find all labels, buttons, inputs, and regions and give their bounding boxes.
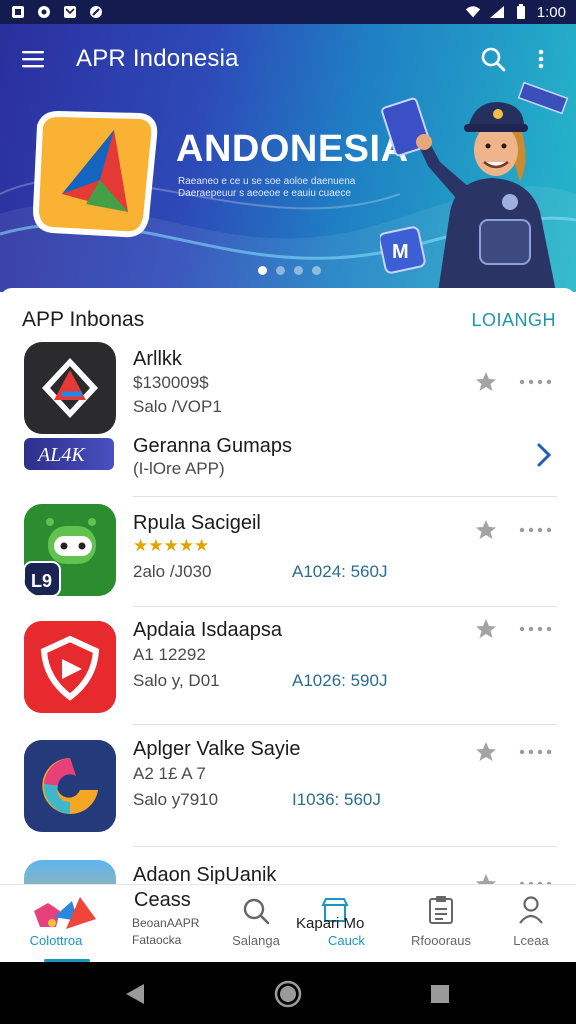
app-meta: 2alo /J030	[133, 562, 212, 581]
app-name: Adaon SipUanik	[133, 864, 277, 884]
message-icon	[62, 4, 78, 20]
app-meta: Salo y, D01	[133, 671, 220, 690]
list-item[interactable]: Adaon SipUanik	[0, 860, 576, 884]
see-all-link[interactable]: LOIANGH	[471, 310, 556, 331]
search-icon	[243, 898, 270, 925]
featured-badge-text: AL4K	[36, 444, 86, 466]
signal-icon	[489, 4, 505, 20]
list-item[interactable]: Apdaia Isdaapsa A1 12292 Salo y, D01 A10…	[0, 619, 576, 717]
clock: 1:00	[536, 3, 566, 21]
featured-row[interactable]: AL4K Geranna Gumaps (I-lOre APP)	[0, 433, 576, 485]
wifi-icon	[465, 4, 481, 20]
clipboard-icon	[429, 896, 453, 924]
rating-stars: ★★★★★	[133, 536, 210, 555]
nav-sublabel: Fataocka	[132, 933, 182, 947]
notification-icon	[10, 4, 26, 20]
divider	[133, 606, 557, 607]
nav-item-class[interactable]: Ceass BeoanAAPR Fataocka	[112, 885, 212, 963]
nav-item-store[interactable]: Kapari Mo Cauck	[286, 885, 382, 963]
more-horiz-icon[interactable]	[518, 874, 554, 884]
carousel-indicator[interactable]	[258, 266, 321, 275]
favorite-icon[interactable]	[474, 740, 498, 764]
divider	[133, 846, 557, 847]
app-version: A2 1£ A 7	[133, 764, 206, 783]
app-logo-icon	[32, 110, 158, 238]
more-horiz-icon[interactable]	[518, 619, 554, 639]
mascot-illustration: M	[380, 81, 569, 292]
app-title: APR Indonesia	[76, 45, 239, 72]
app-code: A1024: 560J	[292, 562, 388, 581]
person-icon	[519, 896, 543, 924]
carousel-dot-1[interactable]	[258, 266, 267, 275]
app-icon-rpula: L9	[24, 504, 116, 596]
list-item[interactable]: Aplger Valke Sayie A2 1£ A 7 Salo y7910 …	[0, 738, 576, 836]
nav-label-title: Ceass	[134, 889, 191, 911]
favorite-icon[interactable]	[474, 370, 498, 394]
app-icon-apdaia	[24, 621, 116, 713]
list-item[interactable]: Arllkk $130009$ Salo /VOP1	[0, 342, 576, 440]
app-meta: Salo y7910	[133, 790, 219, 809]
nav-label: Lceaa	[513, 933, 549, 948]
hero-banner[interactable]: APR Indonesia ANDONESIA Raeaneo e ce u s…	[0, 24, 576, 292]
nav-item-home[interactable]: Colottroa	[0, 885, 112, 963]
system-status: 1:00	[465, 4, 566, 21]
app-name: Apdaia Isdaapsa	[133, 619, 283, 641]
nav-sublabel: BeoanAAPR	[132, 916, 200, 930]
divider	[133, 496, 557, 497]
hero-headline: ANDONESIA	[176, 128, 409, 170]
more-horiz-icon[interactable]	[518, 372, 554, 392]
carousel-dot-3[interactable]	[294, 266, 303, 275]
section-header: APP Inbonas LOIANGH	[22, 308, 556, 332]
status-bar: 1:00	[0, 0, 576, 24]
app-name: Rpula Sacigeil	[133, 512, 261, 534]
apps-home-icon	[34, 897, 96, 929]
hero-subtext: Raeaneo e ce u se soe aoloe daenuena Dae…	[178, 176, 356, 199]
nav-sublabel: Cauck	[328, 933, 365, 948]
favorite-icon[interactable]	[474, 617, 498, 641]
compass-icon	[88, 4, 104, 20]
home-icon[interactable]	[274, 980, 302, 1008]
nav-label-title: Kapari Mo	[296, 915, 365, 932]
app-icon-arllkk	[24, 342, 116, 434]
nav-label: Rfoooraus	[411, 933, 471, 948]
favorite-icon[interactable]	[474, 518, 498, 542]
app-name: Arllkk	[133, 348, 182, 370]
svg-text:M: M	[392, 241, 409, 263]
featured-subtitle: (I-lOre APP)	[133, 459, 225, 478]
app-name: Aplger Valke Sayie	[133, 738, 301, 760]
nav-label: Colottroa	[29, 933, 83, 948]
app-icon-aplger	[24, 740, 116, 832]
svg-text:L9: L9	[31, 571, 52, 591]
nav-item-profile[interactable]: Lceaa	[486, 885, 576, 963]
app-code: I1036: 560J	[292, 790, 381, 809]
featured-title: Geranna Gumaps	[133, 435, 292, 457]
list-item[interactable]: L9 Rpula Sacigeil ★★★★★ 2alo /J030 A1024…	[0, 504, 576, 604]
carousel-dot-4[interactable]	[312, 266, 321, 275]
bottom-navigation: Colottroa Ceass BeoanAAPR Fataocka Salan…	[0, 884, 576, 962]
favorite-icon[interactable]	[474, 872, 498, 884]
carousel-dot-2[interactable]	[276, 266, 285, 275]
back-icon[interactable]	[124, 982, 146, 1006]
recents-icon[interactable]	[430, 984, 450, 1004]
app-code: A1026: 590J	[292, 671, 388, 690]
app-icon-adaon	[24, 860, 116, 884]
featured-badge: AL4K	[24, 438, 114, 470]
record-icon	[36, 4, 52, 20]
app-price: $130009$	[133, 373, 209, 392]
more-horiz-icon[interactable]	[518, 520, 554, 540]
system-navigation-bar	[0, 962, 576, 1024]
nav-item-resources[interactable]: Rfoooraus	[396, 885, 486, 963]
hamburger-icon[interactable]	[18, 44, 48, 74]
app-version: A1 12292	[133, 645, 206, 664]
battery-icon	[513, 4, 529, 20]
divider	[133, 724, 557, 725]
app-list-card: APP Inbonas LOIANGH Arllkk $130009$ Salo…	[0, 288, 576, 884]
section-title: APP Inbonas	[22, 308, 145, 331]
app-meta: Salo /VOP1	[133, 397, 222, 416]
notification-icons	[10, 4, 104, 20]
chevron-right-icon[interactable]	[532, 441, 556, 469]
more-horiz-icon[interactable]	[518, 742, 554, 762]
